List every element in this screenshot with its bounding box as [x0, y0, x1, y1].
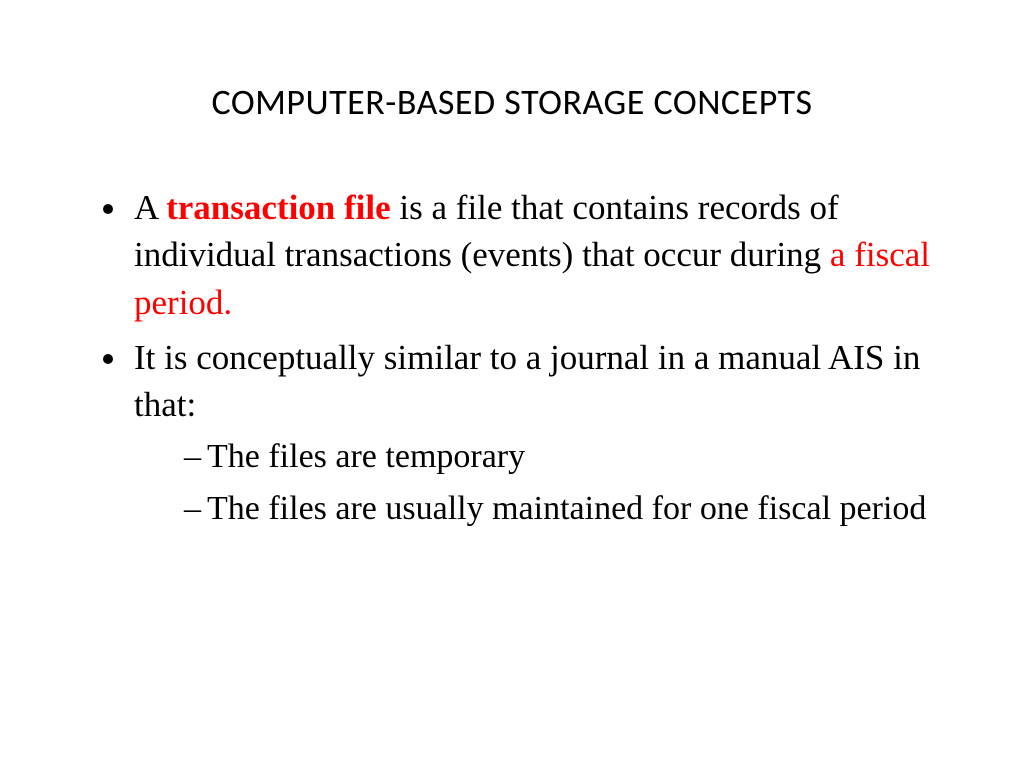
bullet-item: It is conceptually similar to a journal …	[130, 334, 954, 532]
bullet-text: It is conceptually similar to a journal …	[134, 338, 920, 424]
slide-title: COMPUTER-BASED STORAGE CONCEPTS	[70, 80, 954, 124]
sub-bullet-item: The files are usually maintained for one…	[184, 486, 954, 532]
sub-bullet-list: The files are temporary The files are us…	[134, 434, 954, 532]
sub-bullet-item: The files are temporary	[184, 434, 954, 480]
bullet-list: A transaction file is a file that contai…	[70, 184, 954, 532]
slide: COMPUTER-BASED STORAGE CONCEPTS A transa…	[0, 0, 1024, 768]
highlight-text: transaction file	[166, 188, 391, 227]
bullet-text: A	[134, 188, 166, 227]
sub-bullet-text: The files are usually maintained for one…	[207, 490, 926, 527]
sub-bullet-text: The files are temporary	[207, 438, 525, 475]
bullet-item: A transaction file is a file that contai…	[130, 184, 954, 326]
